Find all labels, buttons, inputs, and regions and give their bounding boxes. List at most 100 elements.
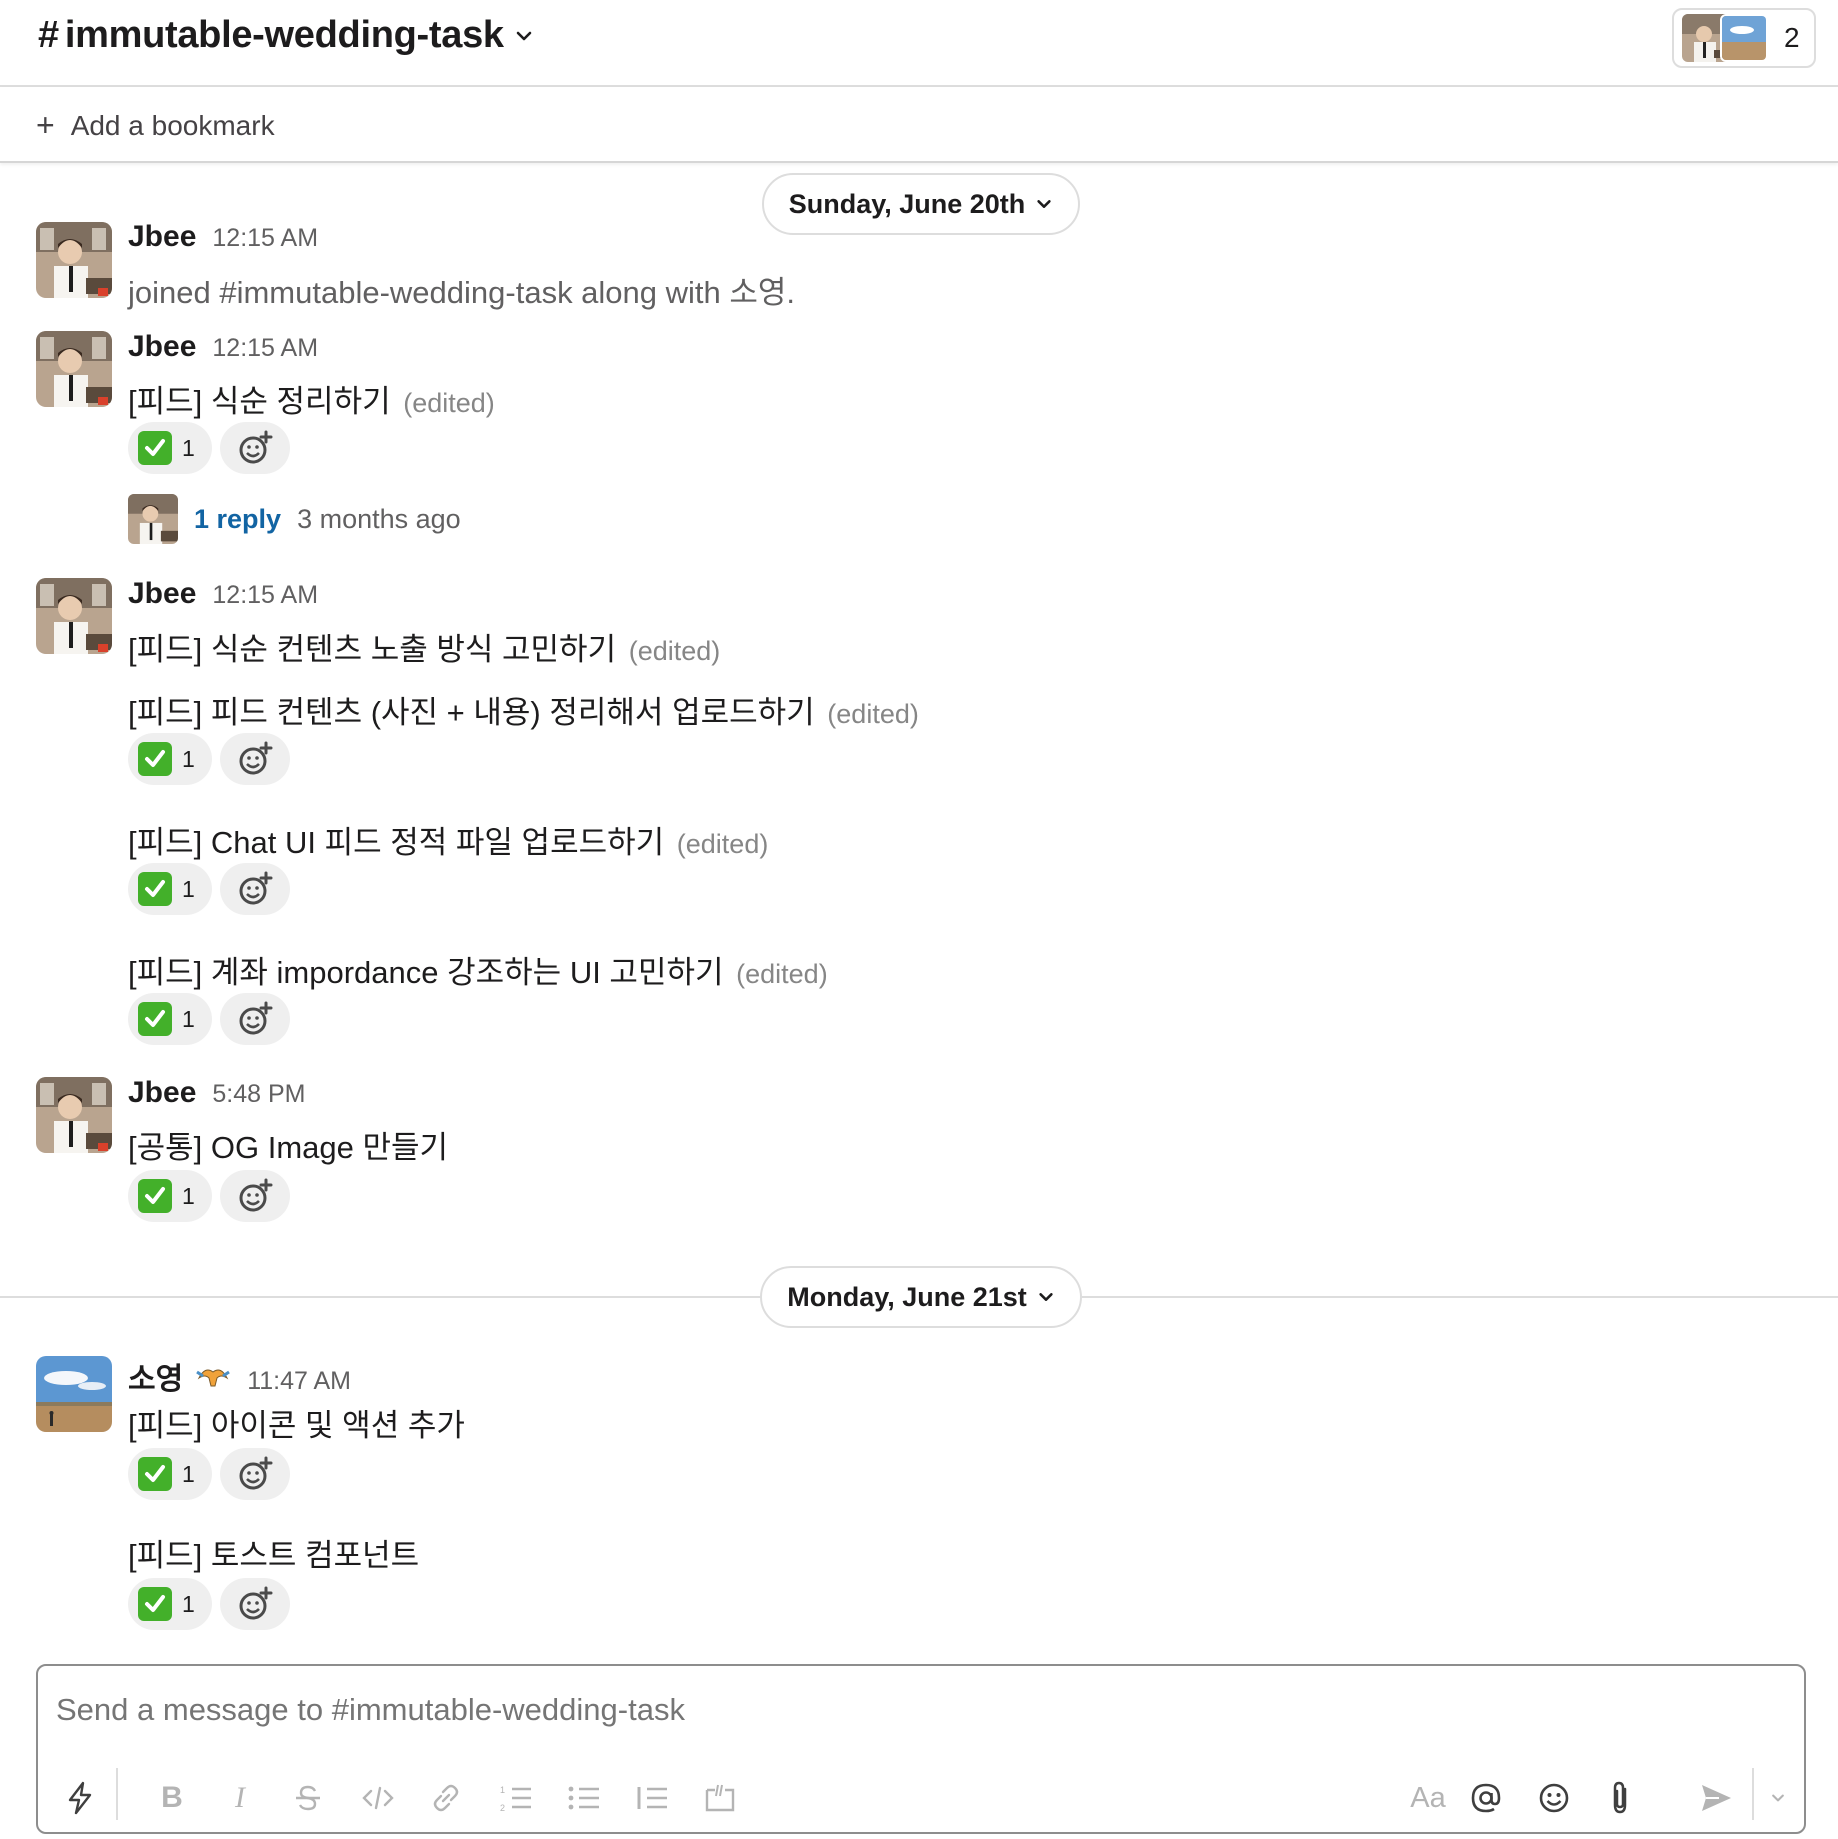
avatar[interactable] xyxy=(36,222,112,298)
add-reaction-button[interactable] xyxy=(220,733,290,785)
avatar[interactable] xyxy=(36,1077,112,1153)
ordered-list-button[interactable]: 12 xyxy=(496,1778,536,1818)
bold-button[interactable]: B xyxy=(152,1778,192,1818)
send-options-button[interactable] xyxy=(1764,1778,1792,1818)
reaction-count: 1 xyxy=(182,1590,195,1617)
send-button[interactable] xyxy=(1696,1778,1736,1818)
strikethrough-icon xyxy=(296,1785,320,1811)
bulleted-list-icon xyxy=(568,1786,599,1810)
message-text: joined #immutable-wedding-task along wit… xyxy=(128,275,796,310)
message-body: [피드] 식순 정리하기 xyxy=(128,384,391,419)
channel-title[interactable]: # immutable-wedding-task xyxy=(38,14,534,57)
white-check-mark-icon xyxy=(138,1179,172,1213)
strikethrough-button[interactable] xyxy=(288,1778,328,1818)
author-name[interactable]: Jbee xyxy=(128,220,196,254)
link-button[interactable] xyxy=(426,1778,466,1818)
reaction-button[interactable]: 1 xyxy=(128,863,212,915)
author-name[interactable]: Jbee xyxy=(128,1076,196,1110)
timestamp[interactable]: 5:48 PM xyxy=(212,1080,305,1109)
reaction-count: 1 xyxy=(182,1005,195,1032)
reaction-button[interactable]: 1 xyxy=(128,422,212,474)
code-button[interactable] xyxy=(358,1778,398,1818)
toolbar-divider xyxy=(116,1768,118,1820)
author-name[interactable]: Jbee xyxy=(128,330,196,364)
date-divider-button[interactable]: Sunday, June 20th xyxy=(762,173,1080,235)
message-header: Jbee 12:15 AM xyxy=(128,220,318,254)
emoji-button[interactable] xyxy=(1534,1778,1574,1818)
add-reaction-icon xyxy=(239,1001,273,1035)
add-reaction-button[interactable] xyxy=(220,1578,290,1630)
bold-icon: B xyxy=(161,1781,183,1814)
message-text: [피드] 피드 컨텐츠 (사진 + 내용) 정리해서 업로드하기 (edited… xyxy=(128,687,919,732)
white-check-mark-icon xyxy=(138,742,172,776)
message-header: 소영 11:47 AM xyxy=(128,1354,351,1398)
ordered-list-icon: 12 xyxy=(500,1785,531,1813)
message-header: Jbee 12:15 AM xyxy=(128,330,318,364)
avatar[interactable] xyxy=(36,578,112,654)
avatar[interactable] xyxy=(36,1356,112,1432)
message-input[interactable] xyxy=(56,1692,1756,1728)
reaction-button[interactable]: 1 xyxy=(128,993,212,1045)
message-text: [피드] 아이콘 및 액션 추가 xyxy=(128,1408,465,1443)
date-label: Monday, June 21st xyxy=(787,1281,1027,1312)
timestamp[interactable]: 12:15 AM xyxy=(212,224,318,253)
avatar xyxy=(1720,14,1768,62)
code-block-icon xyxy=(705,1784,735,1812)
reaction-button[interactable]: 1 xyxy=(128,1170,212,1222)
member-list-button[interactable]: 2 xyxy=(1672,8,1816,68)
add-reaction-button[interactable] xyxy=(220,993,290,1045)
chevron-down-icon xyxy=(1039,1293,1053,1301)
message-header: Jbee 5:48 PM xyxy=(128,1076,306,1110)
mention-button[interactable] xyxy=(1466,1778,1506,1818)
add-bookmark-button[interactable]: + Add a bookmark xyxy=(36,107,275,144)
add-reaction-icon xyxy=(239,1456,273,1490)
code-block-button[interactable] xyxy=(700,1778,740,1818)
avatar[interactable] xyxy=(36,331,112,407)
message-text: [피드] Chat UI 피드 정적 파일 업로드하기 (edited) xyxy=(128,817,768,862)
edited-label: (edited) xyxy=(628,636,721,666)
message-text: [피드] 식순 컨텐츠 노출 방식 고민하기 (edited) xyxy=(128,624,720,669)
thread-summary[interactable]: 1 reply 3 months ago xyxy=(128,494,461,544)
timestamp[interactable]: 12:15 AM xyxy=(212,334,318,363)
at-icon xyxy=(1471,1783,1501,1813)
add-reaction-icon xyxy=(239,430,273,464)
add-reaction-button[interactable] xyxy=(220,863,290,915)
message-text: [피드] 계좌 impordance 강조하는 UI 고민하기 (edited) xyxy=(128,947,828,992)
add-reaction-icon xyxy=(239,1178,273,1212)
author-name[interactable]: Jbee xyxy=(128,577,196,611)
add-reaction-button[interactable] xyxy=(220,1448,290,1500)
timestamp[interactable]: 11:47 AM xyxy=(247,1367,351,1396)
reaction-button[interactable]: 1 xyxy=(128,1448,212,1500)
add-reaction-button[interactable] xyxy=(220,422,290,474)
edited-label: (edited) xyxy=(676,829,769,859)
message-body: [피드] 식순 컨텐츠 노출 방식 고민하기 xyxy=(128,632,617,667)
blockquote-button[interactable] xyxy=(632,1778,672,1818)
paperclip-icon xyxy=(1613,1781,1627,1814)
message-body: [피드] 계좌 impordance 강조하는 UI 고민하기 xyxy=(128,955,724,990)
formatting-toggle-button[interactable]: Aa xyxy=(1398,1778,1458,1818)
italic-icon: I xyxy=(235,1781,245,1814)
message-text: [피드] 식순 정리하기 (edited) xyxy=(128,376,495,421)
lightning-icon xyxy=(68,1781,92,1815)
reaction-button[interactable]: 1 xyxy=(128,733,212,785)
date-divider-button[interactable]: Monday, June 21st xyxy=(760,1266,1082,1328)
bulleted-list-button[interactable] xyxy=(564,1778,604,1818)
shortcuts-button[interactable] xyxy=(60,1778,100,1818)
reaction-button[interactable]: 1 xyxy=(128,1578,212,1630)
bookmark-bar: + Add a bookmark xyxy=(0,87,1838,163)
reaction-count: 1 xyxy=(182,745,195,772)
white-check-mark-icon xyxy=(138,1457,172,1491)
format-label: Aa xyxy=(1410,1781,1446,1814)
timestamp[interactable]: 12:15 AM xyxy=(212,581,318,610)
add-reaction-button[interactable] xyxy=(220,1170,290,1222)
author-name[interactable]: 소영 xyxy=(128,1354,183,1398)
hash-icon: # xyxy=(38,14,59,56)
italic-button[interactable]: I xyxy=(220,1778,260,1818)
edited-label: (edited) xyxy=(827,699,919,729)
attach-file-button[interactable] xyxy=(1600,1778,1640,1818)
reply-count-link[interactable]: 1 reply xyxy=(194,504,281,535)
white-check-mark-icon xyxy=(138,431,172,465)
code-icon xyxy=(362,1786,394,1810)
emoji-icon xyxy=(1539,1783,1569,1813)
white-check-mark-icon xyxy=(138,1002,172,1036)
